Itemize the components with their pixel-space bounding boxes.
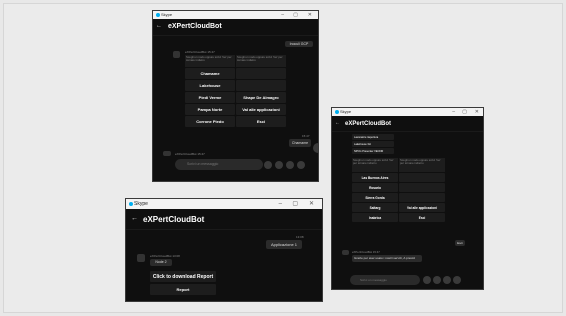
app-name: Skype (161, 12, 173, 17)
skype-window-3: Skype – ▢ ✕ ← eXPertCloudBot 13:08 Appli… (125, 198, 323, 302)
card-empty-cell (399, 193, 445, 202)
app-name: Skype (340, 109, 352, 114)
card-caption-left: Scegli un nodo oppure scrivi 'Go' per to… (185, 55, 235, 67)
sender-label: eXPertCloudBot 15:47 (352, 250, 380, 254)
card-caption-right: Scegli un nodo oppure scrivi 'Go' per to… (236, 55, 286, 67)
card-option-3[interactable]: Piedi Verme (185, 92, 235, 103)
card-title: Click to download Report (150, 271, 216, 282)
card-option-1[interactable]: Chamame (185, 68, 235, 79)
card-caption-right: Scegli un nodo oppure scrivi 'Go' per to… (399, 158, 445, 172)
skype-icon (129, 202, 133, 206)
card-empty-cell (399, 183, 445, 192)
minimize-icon[interactable]: – (281, 11, 284, 19)
bot-avatar (137, 254, 145, 262)
sent-message: Chamame (289, 139, 311, 147)
back-arrow-icon[interactable]: ← (156, 23, 162, 29)
chat-title: eXPertCloudBot (345, 121, 392, 127)
app-name: Skype (134, 201, 148, 207)
mic-icon[interactable] (443, 276, 451, 284)
card-option-5[interactable]: Pampa Norte (185, 104, 235, 115)
card-option-4[interactable]: Saltarg (352, 203, 398, 212)
card-option-6[interactable]: Inabrica (352, 213, 398, 222)
card-caption-left: Scegli un nodo oppure scrivi 'Go' per to… (352, 158, 398, 172)
window-titlebar: Skype – ▢ ✕ (153, 11, 318, 19)
more-icon[interactable] (297, 161, 305, 169)
bot-avatar (173, 51, 180, 58)
chat-title: eXPertCloudBot (143, 215, 205, 224)
skype-icon (335, 110, 339, 114)
more-icon[interactable] (453, 276, 461, 284)
card-item[interactable]: Lavoratore riapertura (352, 134, 394, 140)
minimize-icon[interactable]: – (452, 108, 455, 116)
timestamp: 13:08 (296, 235, 304, 239)
card-option-7[interactable]: Esci (399, 213, 445, 222)
image-icon[interactable] (423, 276, 431, 284)
sent-message: Inoculi GCP (285, 41, 313, 47)
bot-avatar (163, 151, 171, 156)
report-button[interactable]: Report (150, 284, 216, 295)
message-input[interactable]: Scrivi un messaggio (175, 159, 263, 170)
card-option-2[interactable]: Rosario (352, 183, 398, 192)
maximize-icon[interactable]: ▢ (292, 199, 298, 209)
minimize-icon[interactable]: – (279, 199, 282, 209)
sender-label: eXPertCloudBot 15:47 (175, 152, 205, 156)
timestamp: 15:47 (302, 134, 310, 138)
card-empty-cell (399, 173, 445, 182)
mic-icon[interactable] (286, 161, 294, 169)
contacts-icon[interactable] (275, 161, 283, 169)
bot-message: Grazie per aver usato i nostri servizi, … (352, 255, 422, 262)
sender-label: eXPertCloudBot 15:47 (185, 50, 215, 54)
card-empty-cell (236, 68, 286, 79)
skype-window-2: Skype – ▢ ✕ ← eXPertCloudBot Lavoratore … (331, 107, 484, 290)
close-icon[interactable]: ✕ (475, 108, 479, 116)
message-input[interactable]: Scrivi un messaggio (350, 275, 420, 285)
back-arrow-icon[interactable]: ← (335, 120, 340, 126)
card-item[interactable]: Lakehouse 3H (352, 141, 394, 147)
card-option-5[interactable]: Val alle applicazioni (399, 203, 445, 212)
sender-label: eXPertCloudBot 13:08 (150, 254, 180, 258)
bot-avatar (342, 250, 349, 255)
card-option-3[interactable]: Sierra Gorda (352, 193, 398, 202)
bot-message: Node 2 (150, 259, 172, 266)
divider (153, 35, 318, 36)
card-option-6[interactable]: Val alle applicazioni (236, 104, 286, 115)
sent-message: Esci (455, 240, 465, 246)
maximize-icon[interactable]: ▢ (462, 108, 467, 116)
scroll-down-button[interactable] (313, 143, 318, 153)
skype-window-1: Skype – ▢ ✕ ← eXPertCloudBot Inoculi GCP… (152, 10, 319, 182)
card-option-2[interactable]: Lakehouse (185, 80, 235, 91)
window-titlebar: Skype – ▢ ✕ (332, 108, 483, 116)
card-option-4[interactable]: Shape De Almagro (236, 92, 286, 103)
card-option-1[interactable]: Las Buenos Aires (352, 173, 398, 182)
close-icon[interactable]: ✕ (308, 11, 312, 19)
card-empty-cell (236, 80, 286, 91)
card-option-7[interactable]: Corrone Piedo (185, 116, 235, 127)
image-icon[interactable] (264, 161, 272, 169)
card-option-8[interactable]: Esci (236, 116, 286, 127)
back-arrow-icon[interactable]: ← (131, 215, 138, 222)
contacts-icon[interactable] (433, 276, 441, 284)
maximize-icon[interactable]: ▢ (293, 11, 298, 19)
skype-icon (156, 13, 160, 17)
close-icon[interactable]: ✕ (309, 199, 314, 209)
divider (332, 131, 483, 132)
divider (126, 229, 322, 230)
sent-message: Applicazione 1 (266, 240, 302, 249)
window-titlebar: Skype – ▢ ✕ (126, 199, 322, 209)
card-item[interactable]: NPCG Presenter VECNR (352, 148, 394, 154)
chat-title: eXPertCloudBot (168, 23, 222, 30)
